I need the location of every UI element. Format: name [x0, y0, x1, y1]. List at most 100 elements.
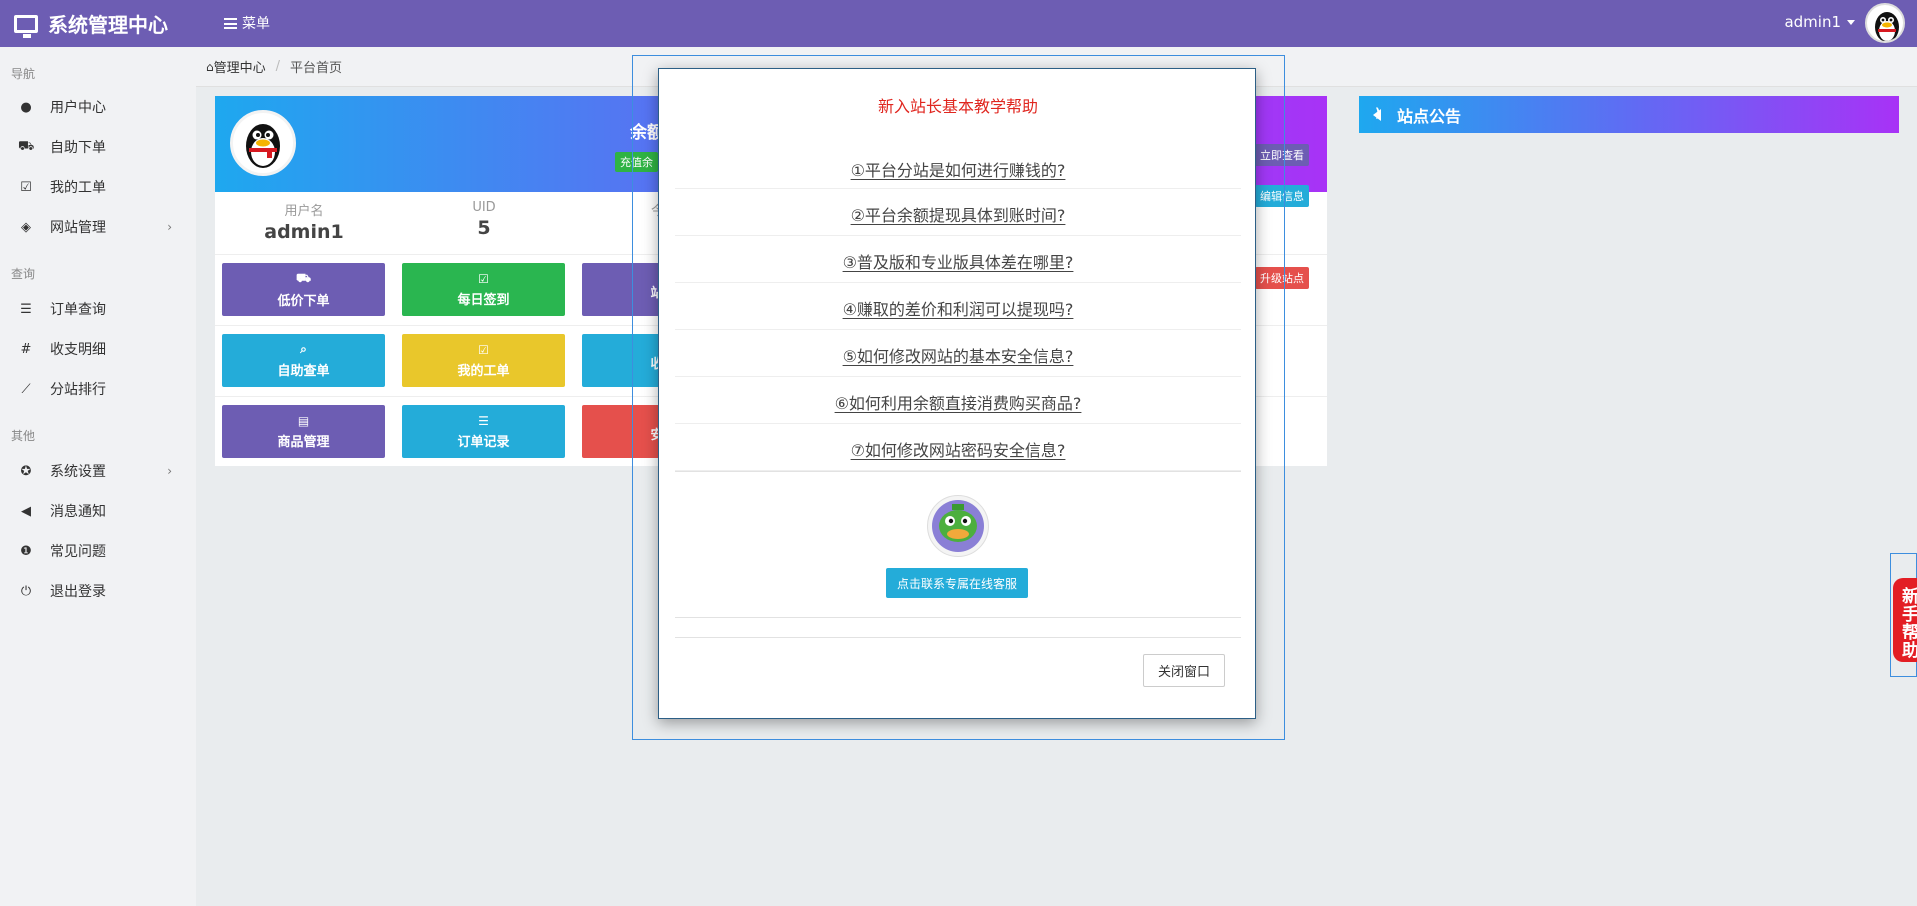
faq-link-text[interactable]: ③普及版和专业版具体差在哪里?	[843, 253, 1074, 272]
search-icon: ⌕	[300, 342, 307, 356]
avatar[interactable]	[1865, 3, 1905, 43]
sidebar-item-label: 订单查询	[50, 302, 106, 318]
volume-icon	[1373, 106, 1381, 121]
tile-my-tickets[interactable]: ☑ 我的工单	[402, 334, 565, 387]
tile-order-records[interactable]: ☰ 订单记录	[402, 405, 565, 458]
sidebar-item-logout[interactable]: ⏻ 退出登录	[0, 573, 196, 609]
service-avatar	[927, 495, 989, 557]
section-label-query: 查询	[11, 267, 36, 281]
sidebar-item-notifications[interactable]: ◀ 消息通知	[0, 493, 196, 529]
contact-service-button[interactable]: 点击联系专属在线客服	[886, 568, 1028, 598]
cart-icon: ⛟	[18, 138, 35, 154]
section-label-nav: 导航	[11, 67, 36, 81]
faq-link[interactable]: ⑥如何利用余额直接消费购买商品?	[675, 377, 1241, 424]
faq-link[interactable]: ①平台分站是如何进行赚钱的?	[675, 142, 1241, 189]
sidebar-item-order-query[interactable]: ☰ 订单查询	[0, 291, 196, 327]
line-chart-icon: ⟋	[21, 381, 31, 397]
sidebar-item-label: 自助下单	[50, 140, 106, 156]
faq-link-text[interactable]: ⑦如何修改网站密码安全信息?	[851, 441, 1066, 460]
tile-product-management[interactable]: ▤ 商品管理	[222, 405, 385, 458]
hash-icon: #	[20, 341, 32, 357]
sidebar-item-label: 收支明细	[50, 342, 106, 358]
tile-low-price-order[interactable]: ⛟ 低价下单	[222, 263, 385, 316]
faq-link-text[interactable]: ⑥如何利用余额直接消费购买商品?	[835, 394, 1082, 413]
tile-self-query[interactable]: ⌕ 自助查单	[222, 334, 385, 387]
list-icon: ☰	[20, 301, 32, 317]
faq-link-text[interactable]: ⑤如何修改网站的基本安全信息?	[843, 347, 1074, 366]
check-square-icon: ☑	[478, 271, 489, 286]
sidebar-item-self-order[interactable]: ⛟ 自助下单	[0, 129, 196, 165]
check-square-icon: ☑	[478, 342, 489, 357]
sidebar-item-transactions[interactable]: # 收支明细	[0, 331, 196, 367]
faq-link[interactable]: ③普及版和专业版具体差在哪里?	[675, 236, 1241, 283]
tile-label: 每日签到	[457, 292, 510, 308]
cart-icon: ⛟	[295, 270, 312, 285]
divider	[675, 471, 1241, 472]
divider	[675, 637, 1241, 638]
user-icon: ●	[20, 99, 32, 115]
list-icon: ☰	[478, 413, 489, 428]
modal-title: 新入站长基本教学帮助	[877, 97, 1038, 116]
divider	[675, 617, 1241, 618]
notice-title: 站点公告	[1397, 106, 1462, 126]
chevron-right-icon: ›	[167, 220, 172, 234]
sidebar-item-site-management[interactable]: ◈ 网站管理 ›	[0, 209, 196, 245]
app-title: 系统管理中心	[48, 13, 168, 37]
monitor-icon	[14, 14, 38, 38]
tile-label: 订单记录	[457, 434, 510, 450]
tile-label: 自助查单	[277, 364, 330, 379]
notice-header: 站点公告	[1359, 96, 1899, 133]
home-icon: ⌂	[206, 59, 214, 74]
tile-label: 我的工单	[457, 363, 510, 379]
faq-link[interactable]: ④赚取的差价和利润可以提现吗?	[675, 283, 1241, 330]
user-dropdown[interactable]: admin1	[1784, 13, 1855, 31]
chevron-right-icon: ›	[167, 464, 172, 478]
keyboard-icon: ▤	[297, 413, 310, 428]
sidebar-item-label: 消息通知	[50, 504, 106, 520]
sidebar-item-faq[interactable]: ❶ 常见问题	[0, 533, 196, 569]
qq-avatar	[230, 110, 296, 176]
breadcrumb-home[interactable]: 管理中心	[214, 57, 266, 76]
sidebar-item-label: 网站管理	[50, 220, 106, 236]
breadcrumb-current: 平台首页	[290, 61, 343, 76]
faq-link[interactable]: ⑦如何修改网站密码安全信息?	[675, 424, 1241, 471]
rebel-icon: ✪	[20, 463, 32, 479]
faq-link-text[interactable]: ①平台分站是如何进行赚钱的?	[851, 161, 1066, 180]
faq-link[interactable]: ⑤如何修改网站的基本安全信息?	[675, 330, 1241, 377]
faq-link-text[interactable]: ②平台余额提现具体到账时间?	[851, 206, 1066, 225]
section-label-other: 其他	[11, 429, 36, 443]
sidebar: 导航 ● 用户中心 ⛟ 自助下单 ☑ 我的工单 ◈ 网站管理 › 查询 ☰ 订单…	[0, 47, 196, 906]
sidebar-item-user-center[interactable]: ● 用户中心	[0, 89, 196, 125]
cube-icon: ◈	[21, 219, 31, 235]
sidebar-item-substation-ranking[interactable]: ⟋ 分站排行	[0, 371, 196, 407]
stat-value: 5	[477, 217, 491, 239]
faq-link-text[interactable]: ④赚取的差价和利润可以提现吗?	[843, 300, 1074, 319]
tile-daily-checkin[interactable]: ☑ 每日签到	[402, 263, 565, 316]
tile-label: 低价下单	[277, 293, 330, 309]
sidebar-item-label: 用户中心	[50, 100, 106, 116]
close-window-button[interactable]: 关闭窗口	[1143, 654, 1225, 687]
app-brand[interactable]: 系统管理中心	[14, 9, 168, 38]
newbie-help-tab[interactable]: 新手帮助	[1893, 578, 1917, 662]
menu-toggle-button[interactable]: 菜单	[224, 13, 270, 33]
sidebar-item-label: 系统设置	[50, 464, 106, 480]
menu-icon	[224, 17, 237, 29]
help-modal: 新入站长基本教学帮助 ①平台分站是如何进行赚钱的? ②平台余额提现具体到账时间?…	[658, 68, 1256, 719]
sidebar-item-label: 分站排行	[50, 382, 106, 398]
megaphone-icon: ◀	[21, 503, 31, 519]
stat-uid: UID 5	[404, 200, 564, 239]
sidebar-item-system-settings[interactable]: ✪ 系统设置 ›	[0, 453, 196, 489]
tile-label: 商品管理	[277, 434, 330, 450]
username: admin1	[1784, 13, 1841, 31]
caret-down-icon	[1847, 19, 1855, 25]
stat-title: 用户名	[284, 204, 324, 219]
sidebar-item-label: 常见问题	[50, 544, 106, 560]
faq-link[interactable]: ②平台余额提现具体到账时间?	[675, 189, 1241, 236]
check-square-icon: ☑	[20, 179, 32, 195]
stat-username: 用户名 admin1	[224, 200, 384, 243]
sidebar-item-my-tickets[interactable]: ☑ 我的工单	[0, 169, 196, 205]
top-navbar: 系统管理中心 菜单 admin1	[0, 0, 1917, 47]
exclamation-circle-icon: ❶	[20, 543, 32, 559]
menu-label: 菜单	[242, 16, 270, 32]
stat-value: admin1	[264, 221, 344, 243]
